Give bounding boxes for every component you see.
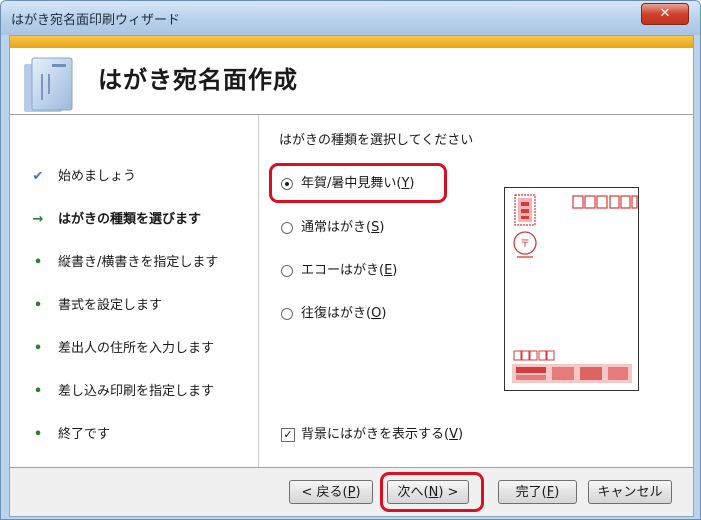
back-button[interactable]: < 戻る(P) <box>289 480 373 504</box>
bullet-icon: • <box>33 298 43 313</box>
prompt-text: はがきの種類を選択してください <box>279 133 474 148</box>
button-text: 次へ( <box>397 485 429 500</box>
radio-text: 年賀/暑中見舞い( <box>301 176 402 191</box>
button-text: キャンセル <box>597 485 663 500</box>
radio-label: 往復はがき(O) <box>301 304 386 324</box>
close-button[interactable]: ✕ <box>641 3 689 25</box>
postcard-wizard-icon <box>22 54 84 120</box>
step-label: 差し込み印刷を指定します <box>58 384 215 399</box>
arrow-right-icon: → <box>32 212 44 227</box>
radio-indicator[interactable] <box>281 308 293 320</box>
button-text-end: ) <box>554 485 560 500</box>
bullet-icon: • <box>33 427 43 442</box>
step-label: はがきの種類を選びます <box>58 212 202 227</box>
radio-indicator[interactable] <box>281 265 293 277</box>
radio-indicator[interactable] <box>281 178 293 190</box>
radio-text: 往復はがき( <box>301 306 372 321</box>
window-title: はがき宛名面印刷ウィザード <box>11 13 181 28</box>
radio-text-end: ) <box>409 176 415 191</box>
postcard-preview: 〒 <box>504 187 639 395</box>
checkbox-text-end: ) <box>457 427 464 442</box>
button-bar: < 戻る(P) 次へ(N) > 完了(F) キャンセル <box>10 468 693 516</box>
check-icon: ✔ <box>32 169 44 184</box>
radio-label: 年賀/暑中見舞い(Y) <box>301 174 414 194</box>
step-list: ✔ 始めましょう → はがきの種類を選びます • 縦書き/横書きを指定します •… <box>10 115 258 467</box>
button-text: 完了( <box>515 485 547 500</box>
wizard-header: はがき宛名面作成 <box>10 48 693 114</box>
access-key: O <box>371 306 382 321</box>
bullet-icon: • <box>33 255 43 270</box>
svg-text:〒: 〒 <box>520 239 530 250</box>
close-icon: ✕ <box>659 6 671 21</box>
page-title: はがき宛名面作成 <box>98 66 298 94</box>
title-bar: はがき宛名面印刷ウィザード ✕ <box>1 1 700 35</box>
wizard-window: はがき宛名面印刷ウィザード ✕ はがき宛名面作成 ✔ 始めましょう → はがきの… <box>0 0 701 520</box>
step-label: 書式を設定します <box>58 298 163 313</box>
access-key: V <box>449 427 458 442</box>
radio-text-end: ) <box>379 220 385 235</box>
orange-accent-stripe <box>10 36 693 48</box>
next-button[interactable]: 次へ(N) > <box>387 480 469 504</box>
button-text-end: ) > <box>438 485 459 500</box>
radio-text: エコーはがき( <box>301 263 385 278</box>
radio-text-end: ) <box>381 306 387 321</box>
step-label: 差出人の住所を入力します <box>58 341 215 356</box>
bullet-icon: • <box>33 341 43 356</box>
checkbox-label: 背景にはがきを表示する(V) <box>301 425 463 445</box>
radio-label: エコーはがき(E) <box>301 261 397 281</box>
wizard-client-area: はがき宛名面作成 ✔ 始めましょう → はがきの種類を選びます • 縦書き/横書… <box>9 35 694 517</box>
cancel-button[interactable]: キャンセル <box>588 480 672 504</box>
bullet-icon: • <box>33 384 43 399</box>
radio-indicator[interactable] <box>281 222 293 234</box>
radio-text-end: ) <box>392 263 398 278</box>
finish-button[interactable]: 完了(F) <box>498 480 577 504</box>
step-label: 終了です <box>58 427 111 442</box>
step-label: 縦書き/横書きを指定します <box>58 255 219 270</box>
options-panel: はがきの種類を選択してください 年賀/暑中見舞い(Y) 通常はがき(S) エコー… <box>259 115 693 467</box>
button-text-end: ) <box>355 485 361 500</box>
radio-label: 通常はがき(S) <box>301 218 384 238</box>
button-text: < 戻る( <box>301 485 348 500</box>
step-label: 始めましょう <box>58 169 137 184</box>
checkbox-text: 背景にはがきを表示する( <box>301 427 450 442</box>
access-key: N <box>428 485 439 500</box>
radio-text: 通常はがき( <box>301 220 372 235</box>
check-mark-icon[interactable]: ✓ <box>281 428 295 442</box>
